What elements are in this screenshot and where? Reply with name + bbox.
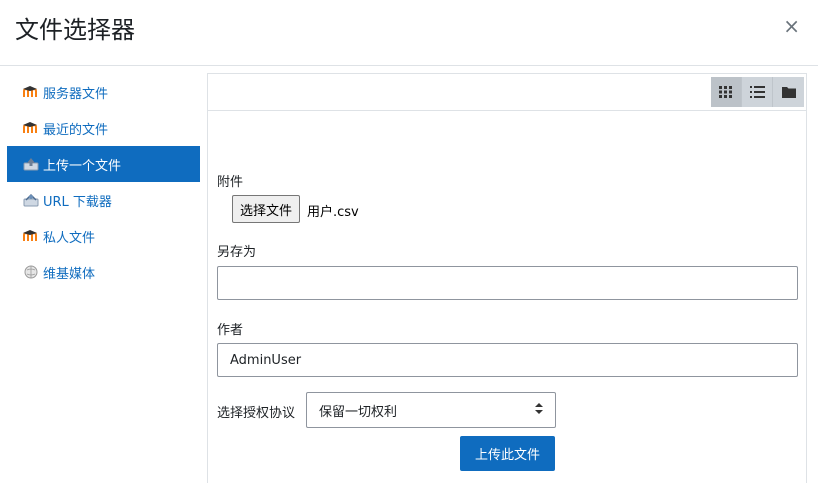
license-select[interactable]: 保留一切权利 [306, 392, 556, 428]
sidebar-item-upload-file[interactable]: 上传一个文件 [7, 146, 200, 182]
grid-icon [719, 83, 733, 102]
dialog-title: 文件选择器 [15, 16, 135, 44]
list-view-button[interactable] [742, 77, 773, 107]
icons-view-button[interactable] [711, 77, 742, 107]
moodle-icon [22, 229, 40, 243]
moodle-icon [22, 121, 40, 135]
sidebar-item-recent-files[interactable]: 最近的文件 [7, 110, 200, 146]
sidebar-item-label: 私人文件 [43, 230, 96, 246]
sidebar-item-label: 服务器文件 [43, 86, 109, 102]
save-as-label: 另存为 [217, 245, 257, 260]
upload-panel: 附件 选择文件 用户.csv 另存为 作者 AdminUser 选择授权协议 保… [207, 73, 807, 483]
choose-file-button[interactable]: 选择文件 [232, 195, 301, 223]
view-toolbar [208, 74, 806, 111]
save-as-input[interactable] [217, 266, 798, 300]
sidebar-item-label: URL 下载器 [43, 194, 112, 210]
folder-icon [781, 83, 796, 102]
license-label: 选择授权协议 [217, 406, 296, 421]
sidebar-item-server-files[interactable]: 服务器文件 [7, 74, 200, 110]
select-arrows-icon [535, 402, 543, 418]
wikimedia-icon [22, 265, 40, 279]
upload-file-button[interactable]: 上传此文件 [460, 436, 555, 471]
sidebar-item-private-files[interactable]: 私人文件 [7, 218, 200, 254]
sidebar-item-label: 上传一个文件 [43, 158, 122, 174]
close-button[interactable]: × [783, 14, 800, 38]
sidebar-item-wikimedia[interactable]: 维基媒体 [7, 254, 200, 290]
list-icon [749, 83, 765, 102]
tree-view-button[interactable] [773, 77, 804, 107]
author-input[interactable]: AdminUser [217, 343, 798, 377]
attachment-label: 附件 [217, 175, 244, 190]
author-label: 作者 [217, 323, 244, 338]
chosen-file-name: 用户.csv [307, 205, 359, 220]
dialog-header: 文件选择器 × [0, 0, 818, 66]
view-switcher [711, 77, 804, 107]
moodle-icon [22, 85, 40, 99]
sidebar-item-url-downloader[interactable]: URL 下载器 [7, 182, 200, 218]
sidebar-item-label: 维基媒体 [43, 266, 96, 282]
url-icon [22, 193, 40, 207]
license-select-value: 保留一切权利 [319, 404, 398, 420]
sidebar-item-label: 最近的文件 [43, 122, 109, 138]
upload-icon [22, 157, 40, 171]
repository-sidebar: 服务器文件 最近的文件 上传一个文件 URL 下载器 私人文件 维基媒体 [7, 74, 200, 290]
